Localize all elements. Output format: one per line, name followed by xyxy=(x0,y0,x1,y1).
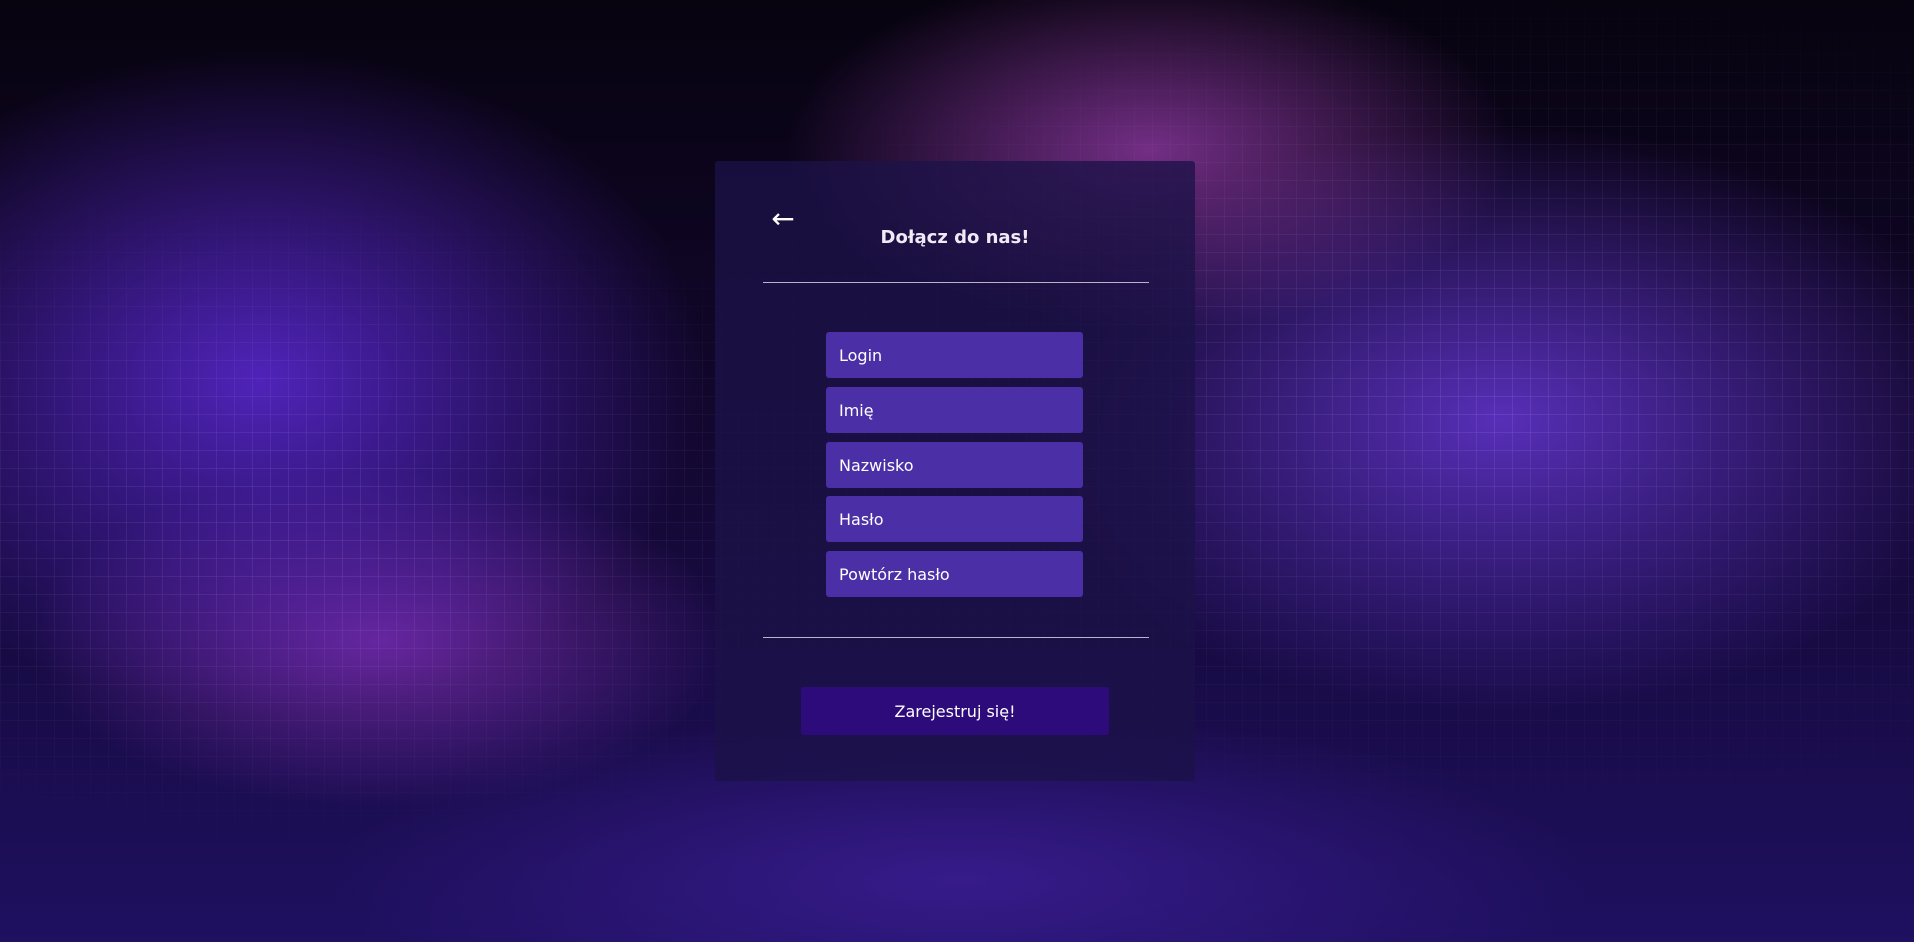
register-card: ← Dołącz do nas! Zarejestruj się! xyxy=(715,161,1195,781)
register-button[interactable]: Zarejestruj się! xyxy=(801,687,1109,735)
password-input[interactable] xyxy=(826,496,1083,542)
top-divider xyxy=(763,282,1149,283)
first-name-input[interactable] xyxy=(826,387,1083,433)
bottom-divider xyxy=(763,637,1149,638)
last-name-input[interactable] xyxy=(826,442,1083,488)
repeat-password-input[interactable] xyxy=(826,551,1083,597)
login-input[interactable] xyxy=(826,332,1083,378)
form-title: Dołącz do nas! xyxy=(880,227,1030,248)
